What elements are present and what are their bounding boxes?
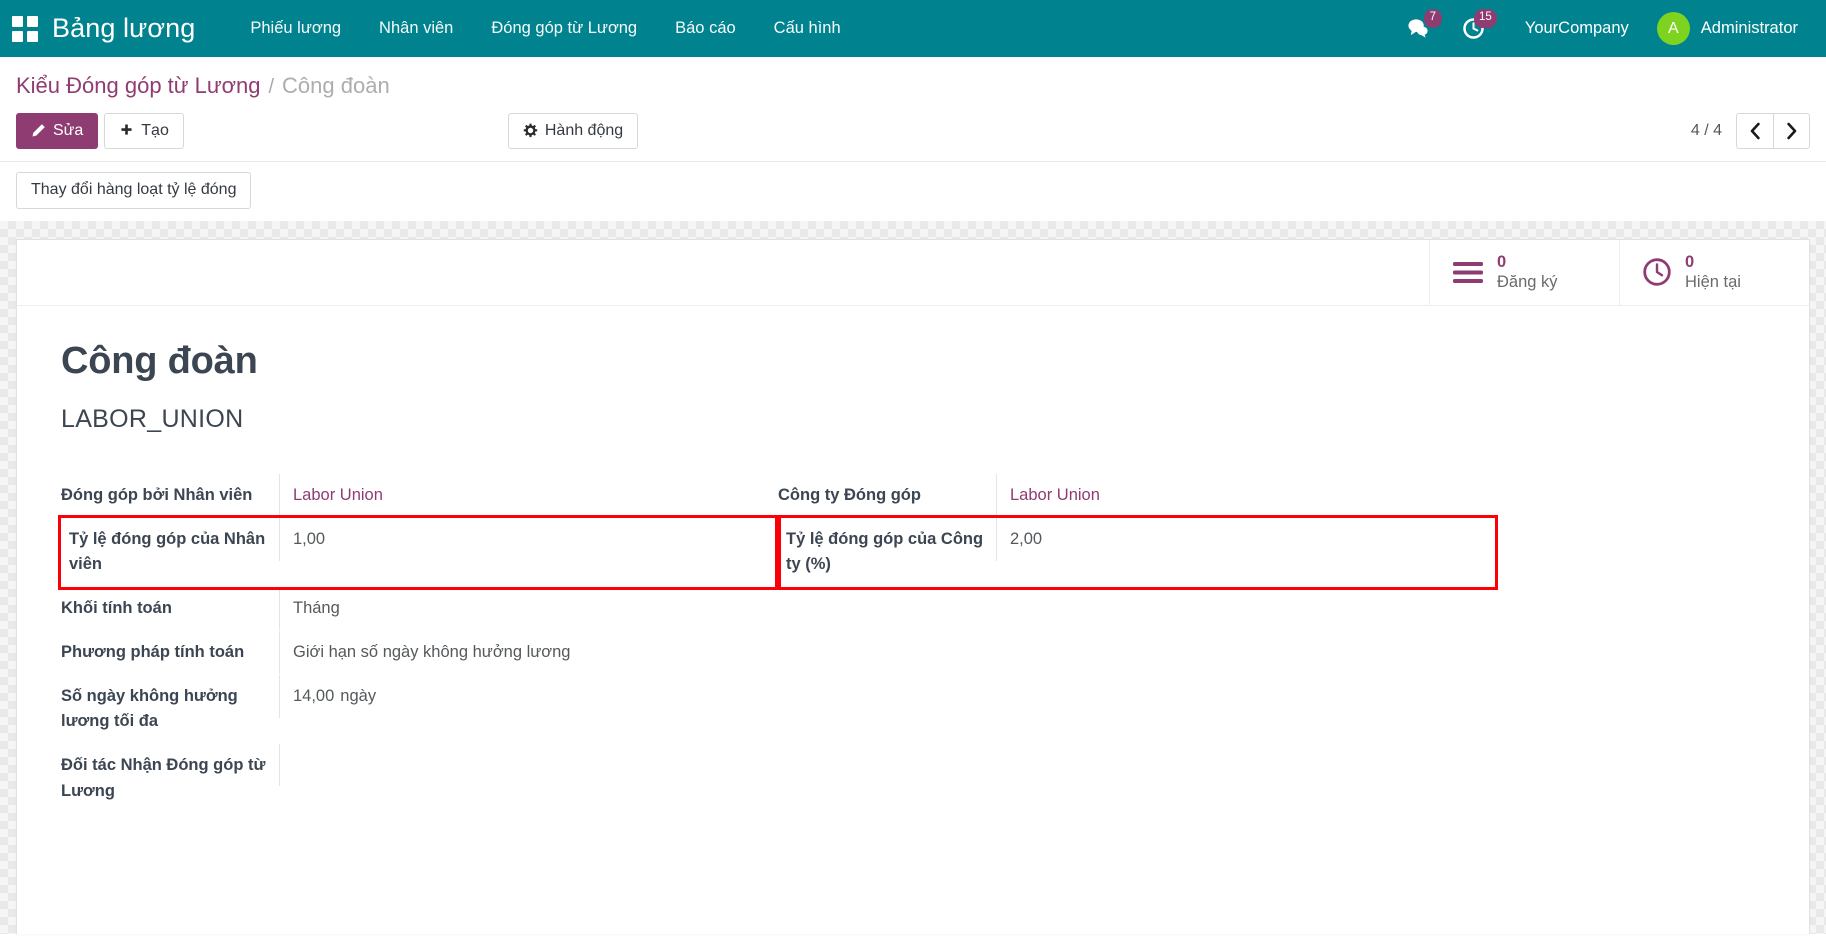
field-value-calculation-block[interactable]: Tháng: [279, 587, 778, 631]
chevron-right-icon: [1786, 122, 1798, 140]
form-sheet: 0 Đăng ký 0 Hiện tại Công đoàn L: [16, 239, 1810, 934]
stat-value-current: 0: [1685, 252, 1741, 272]
content-area: 0 Đăng ký 0 Hiện tại Công đoàn L: [0, 221, 1826, 934]
gear-icon: [523, 123, 538, 138]
form-column-right: Công ty Đóng góp Labor Union Tỷ lệ đóng …: [778, 474, 1495, 813]
edit-button[interactable]: Sửa: [16, 113, 98, 150]
field-row-max-unpaid-days: Số ngày không hưởng lương tối đa 14,00ng…: [61, 675, 778, 744]
record-pager: 4 / 4: [1691, 113, 1810, 149]
field-value-company-contribution-rate[interactable]: 2,00: [996, 518, 1495, 562]
field-number-max-unpaid-days: 14,00: [293, 687, 334, 705]
field-row-employee-contribution: Đóng góp bởi Nhân viên Labor Union: [61, 474, 778, 518]
record-buttons: Sửa Tạo: [16, 113, 184, 150]
breadcrumb-current: Công đoàn: [282, 73, 390, 99]
form-body: Công đoàn LABOR_UNION Đóng góp bởi Nhân …: [17, 306, 1809, 813]
action-button-label: Hành động: [545, 121, 623, 142]
top-navbar: Bảng lương Phiếu lương Nhân viên Đóng gó…: [0, 0, 1826, 57]
page-title: Công đoàn: [61, 340, 1765, 383]
stat-label-current: Hiện tại: [1685, 272, 1741, 292]
pager-value: 4 / 4: [1691, 122, 1722, 140]
pager-nav: [1736, 113, 1810, 149]
control-panel-buttons: Sửa Tạo Hành động 4 / 4: [0, 105, 1826, 161]
field-label-employee-contribution-rate: Tỷ lệ đóng góp của Nhân viên: [61, 518, 279, 587]
apps-grid-icon[interactable]: [12, 16, 38, 42]
pencil-icon: [31, 123, 46, 138]
control-panel-secondary-buttons: Thay đổi hàng loạt tỷ lệ đóng: [0, 161, 1826, 221]
messages-badge: 7: [1424, 9, 1442, 28]
field-value-employee-contribution[interactable]: Labor Union: [279, 474, 778, 518]
app-brand-title[interactable]: Bảng lương: [52, 13, 195, 44]
stat-value-registrations: 0: [1497, 252, 1558, 272]
field-label-employee-contribution: Đóng góp bởi Nhân viên: [61, 474, 279, 518]
menu-item-payslips[interactable]: Phiếu lương: [231, 11, 360, 46]
chevron-left-icon: [1749, 122, 1761, 140]
breadcrumb-separator: /: [268, 76, 274, 99]
breadcrumb: Kiểu Đóng góp từ Lương / Công đoàn: [0, 57, 1826, 105]
field-row-calculation-method: Phương pháp tính toán Giới hạn số ngày k…: [61, 631, 778, 675]
bulk-change-contribution-rate-button[interactable]: Thay đổi hàng loạt tỷ lệ đóng: [16, 172, 251, 209]
plus-icon: [119, 123, 134, 138]
action-button[interactable]: Hành động: [508, 113, 638, 150]
stat-button-box: 0 Đăng ký 0 Hiện tại: [17, 240, 1809, 306]
create-button-label: Tạo: [141, 121, 169, 142]
user-name-label: Administrator: [1701, 19, 1798, 38]
field-label-calculation-method: Phương pháp tính toán: [61, 631, 279, 675]
field-label-calculation-block: Khối tính toán: [61, 587, 279, 631]
form-columns: Đóng góp bởi Nhân viên Labor Union Tỷ lệ…: [61, 474, 1765, 813]
field-row-recipient-partner: Đối tác Nhận Đóng góp từ Lương: [61, 744, 778, 813]
form-column-left: Đóng góp bởi Nhân viên Labor Union Tỷ lệ…: [61, 474, 778, 813]
field-row-employee-contribution-rate: Tỷ lệ đóng góp của Nhân viên 1,00: [61, 518, 778, 587]
edit-button-label: Sửa: [53, 121, 83, 142]
avatar: A: [1657, 12, 1690, 45]
page-subtitle-code: LABOR_UNION: [61, 405, 1765, 434]
control-panel: Kiểu Đóng góp từ Lương / Công đoàn Sửa T…: [0, 57, 1826, 221]
field-label-company-contribution: Công ty Đóng góp: [778, 474, 996, 518]
main-menu: Phiếu lương Nhân viên Đóng góp từ Lương …: [231, 11, 859, 46]
field-value-company-contribution[interactable]: Labor Union: [996, 474, 1495, 518]
action-menu-wrap: Hành động: [508, 113, 638, 150]
stat-button-registrations[interactable]: 0 Đăng ký: [1429, 240, 1619, 305]
company-switcher[interactable]: YourCompany: [1501, 11, 1647, 46]
pager-next-button[interactable]: [1773, 113, 1810, 149]
clock-icon: [1642, 257, 1672, 287]
menu-item-configuration[interactable]: Cấu hình: [755, 11, 860, 46]
field-value-recipient-partner[interactable]: [279, 744, 778, 786]
activities-button[interactable]: 15: [1446, 0, 1501, 57]
pager-previous-button[interactable]: [1736, 113, 1773, 149]
menu-item-salary-contributions[interactable]: Đóng góp từ Lương: [472, 11, 656, 46]
activities-badge: 15: [1474, 9, 1497, 28]
field-row-calculation-block: Khối tính toán Tháng: [61, 587, 778, 631]
breadcrumb-root[interactable]: Kiểu Đóng góp từ Lương: [16, 73, 260, 99]
field-value-employee-contribution-rate[interactable]: 1,00: [279, 518, 778, 562]
field-label-max-unpaid-days: Số ngày không hưởng lương tối đa: [61, 675, 279, 744]
menu-item-employees[interactable]: Nhân viên: [360, 11, 472, 46]
field-unit-max-unpaid-days: ngày: [334, 687, 376, 705]
list-lines-icon: [1452, 260, 1484, 285]
stat-button-current[interactable]: 0 Hiện tại: [1619, 240, 1809, 305]
user-menu[interactable]: A Administrator: [1647, 12, 1804, 45]
field-value-max-unpaid-days[interactable]: 14,00ngày: [279, 675, 778, 719]
field-label-recipient-partner: Đối tác Nhận Đóng góp từ Lương: [61, 744, 279, 813]
navbar-right-section: 7 15 YourCompany A Administrator: [1391, 0, 1804, 57]
create-button[interactable]: Tạo: [104, 113, 184, 150]
field-label-company-contribution-rate: Tỷ lệ đóng góp của Công ty (%): [778, 518, 996, 587]
messages-button[interactable]: 7: [1391, 0, 1446, 57]
stat-label-registrations: Đăng ký: [1497, 272, 1558, 292]
field-row-company-contribution-rate: Tỷ lệ đóng góp của Công ty (%) 2,00: [778, 518, 1495, 587]
field-value-calculation-method[interactable]: Giới hạn số ngày không hưởng lương: [279, 631, 778, 675]
menu-item-reporting[interactable]: Báo cáo: [656, 11, 755, 46]
field-row-company-contribution: Công ty Đóng góp Labor Union: [778, 474, 1495, 518]
